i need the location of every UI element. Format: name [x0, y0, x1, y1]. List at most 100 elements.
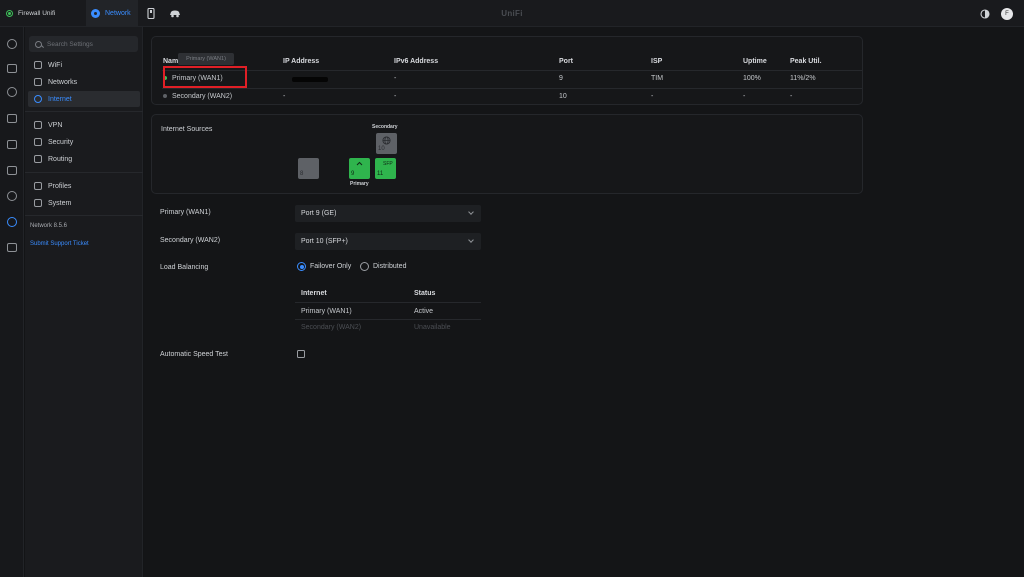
divider [25, 172, 143, 173]
radio-unselected-icon [360, 262, 369, 271]
top-bar: Firewall Unifi Network UniFi F [0, 0, 1024, 27]
theme-toggle[interactable] [980, 0, 990, 27]
rail-apps[interactable] [5, 137, 19, 151]
search-placeholder: Search Settings [47, 40, 93, 48]
sidebar-item-label: WiFi [48, 61, 62, 69]
clients-icon [7, 113, 17, 123]
sidebar-item-wifi[interactable]: WiFi [28, 57, 140, 73]
rail-dashboard[interactable] [5, 37, 19, 51]
user-menu[interactable]: F [1001, 0, 1013, 27]
rail-topology[interactable] [5, 61, 19, 75]
devices-icon [7, 87, 17, 97]
rail-settings[interactable] [5, 215, 19, 229]
phone-icon [147, 8, 155, 19]
highlight-box [163, 66, 247, 88]
sidebar-item-networks[interactable]: Networks [28, 74, 140, 90]
sidebar-item-system[interactable]: System [28, 195, 140, 211]
port-10[interactable]: 10 [376, 133, 397, 154]
port-11[interactable]: SFP 11 [375, 158, 396, 179]
wan-isp: TIM [651, 75, 664, 82]
radio-failover-only[interactable]: Failover Only [297, 262, 351, 271]
sidebar-item-label: Networks [48, 78, 78, 86]
divider [295, 302, 481, 303]
internet-sources-title: Internet Sources [161, 126, 213, 133]
search-input[interactable]: Search Settings [29, 36, 138, 52]
port-8[interactable]: 8 [298, 158, 319, 179]
sidebar-item-vpn[interactable]: VPN [28, 117, 140, 133]
lb-row-status: Active [414, 308, 434, 315]
redacted-ip [292, 77, 328, 82]
gear-icon [7, 217, 17, 227]
primary-wan-label: Primary (WAN1) [160, 209, 211, 216]
car-icon [170, 10, 180, 18]
sidebar-item-label: Security [48, 138, 74, 146]
divider [162, 70, 862, 71]
col-header-peak[interactable]: Peak Util. [790, 58, 822, 65]
divider [25, 215, 143, 216]
col-header-uptime[interactable]: Uptime [743, 58, 767, 65]
sidebar-item-routing[interactable]: Routing [28, 151, 140, 167]
vpn-icon [34, 121, 42, 129]
primary-wan-value: Port 9 (GE) [301, 210, 337, 217]
search-icon [35, 40, 42, 48]
tab-devices[interactable] [147, 0, 155, 27]
divider [162, 88, 862, 89]
lb-row-internet: Primary (WAN1) [301, 308, 352, 315]
wan-peak: 11%/2% [790, 75, 816, 82]
site-status-icon [6, 10, 13, 17]
sidebar-item-internet[interactable]: Internet [28, 91, 140, 107]
settings-sidebar: Search Settings WiFi Networks Internet V… [25, 27, 143, 577]
wan-ipv6: - [394, 93, 397, 100]
col-header-ipv6[interactable]: IPv6 Address [394, 58, 438, 65]
divider [25, 111, 143, 112]
sidebar-item-security[interactable]: Security [28, 134, 140, 150]
tab-network[interactable]: Network [86, 0, 138, 27]
site-switcher[interactable]: Firewall Unifi [6, 0, 55, 27]
rail-security[interactable] [5, 189, 19, 203]
chevron-down-icon [468, 237, 474, 243]
system-icon [34, 199, 42, 207]
profiles-icon [34, 182, 42, 190]
col-header-ip[interactable]: IP Address [283, 58, 319, 65]
rail-clients[interactable] [5, 111, 19, 125]
globe-icon [382, 136, 391, 145]
primary-port-label: Primary [350, 181, 369, 187]
wifi-icon [34, 61, 42, 69]
shield-icon [7, 191, 17, 201]
half-moon-icon [980, 8, 990, 19]
routing-icon [34, 155, 42, 163]
wan-ipv6: - [394, 75, 397, 82]
speed-test-label: Automatic Speed Test [160, 351, 228, 358]
primary-wan-select[interactable]: Port 9 (GE) [295, 205, 481, 222]
lb-header-status: Status [414, 290, 436, 297]
speed-test-checkbox[interactable] [297, 350, 305, 358]
chevron-down-icon [468, 209, 474, 215]
wan-port: 10 [559, 93, 567, 100]
sidebar-item-label: System [48, 199, 72, 207]
rail-logs[interactable] [5, 240, 19, 254]
lb-header-internet: Internet [301, 290, 327, 297]
wan-uptime: - [743, 93, 746, 100]
tab-protect[interactable] [169, 0, 181, 27]
rail-insights[interactable] [5, 163, 19, 177]
secondary-wan-select[interactable]: Port 10 (SFP+) [295, 233, 481, 250]
wan-uptime: 100% [743, 75, 761, 82]
document-icon [7, 242, 17, 252]
support-link[interactable]: Submit Support Ticket [30, 241, 89, 247]
internet-sources-card: Internet Sources Secondary 10 8 9 SFP 11… [151, 114, 863, 194]
site-name: Firewall Unifi [18, 10, 56, 17]
col-header-port[interactable]: Port [559, 58, 573, 65]
radio-distributed[interactable]: Distributed [360, 262, 406, 271]
wan-port: 9 [559, 75, 563, 82]
version-label: Network 8.5.6 [30, 223, 68, 229]
sidebar-item-label: Internet [48, 95, 72, 103]
col-header-isp[interactable]: ISP [651, 58, 662, 65]
app-rail [0, 27, 24, 577]
port-9[interactable]: 9 [349, 158, 370, 179]
sfp-label: SFP [383, 161, 393, 167]
radio-label: Distributed [373, 263, 407, 270]
load-balancing-label: Load Balancing [160, 264, 209, 271]
port-number: 10 [378, 146, 385, 152]
sidebar-item-profiles[interactable]: Profiles [28, 178, 140, 194]
rail-devices[interactable] [5, 85, 19, 99]
